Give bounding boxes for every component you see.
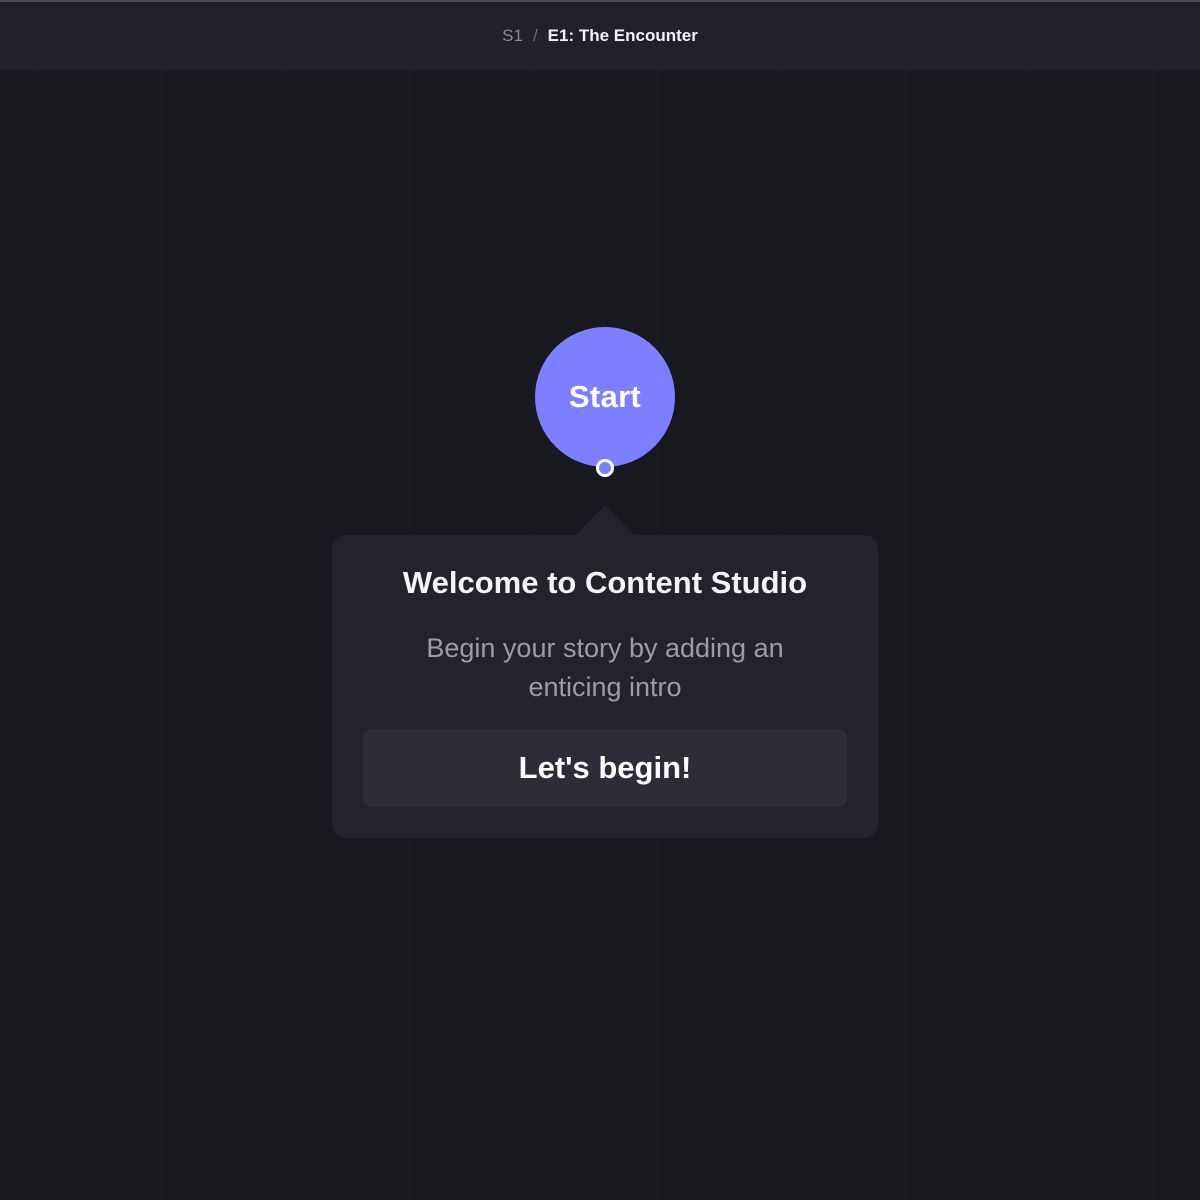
breadcrumb-season[interactable]: S1 [502, 26, 523, 46]
breadcrumb: S1 / E1: The Encounter [0, 0, 1200, 70]
popover-title: Welcome to Content Studio [402, 565, 808, 600]
lets-begin-button[interactable]: Let's begin! [363, 729, 847, 807]
breadcrumb-episode: E1: The Encounter [547, 26, 698, 45]
start-node-label: Start [568, 379, 642, 414]
start-node[interactable]: Start [535, 327, 675, 467]
popover-description: Begin your story by adding an enticing i… [426, 633, 784, 702]
welcome-popover: Welcome to Content Studio Begin your sto… [332, 535, 878, 838]
breadcrumb-separator: / [532, 26, 538, 45]
popover-arrow [575, 505, 635, 536]
story-canvas[interactable]: S1 / E1: The Encounter Start Welcome to … [0, 0, 1200, 1200]
start-node-output-handle[interactable] [596, 459, 614, 477]
